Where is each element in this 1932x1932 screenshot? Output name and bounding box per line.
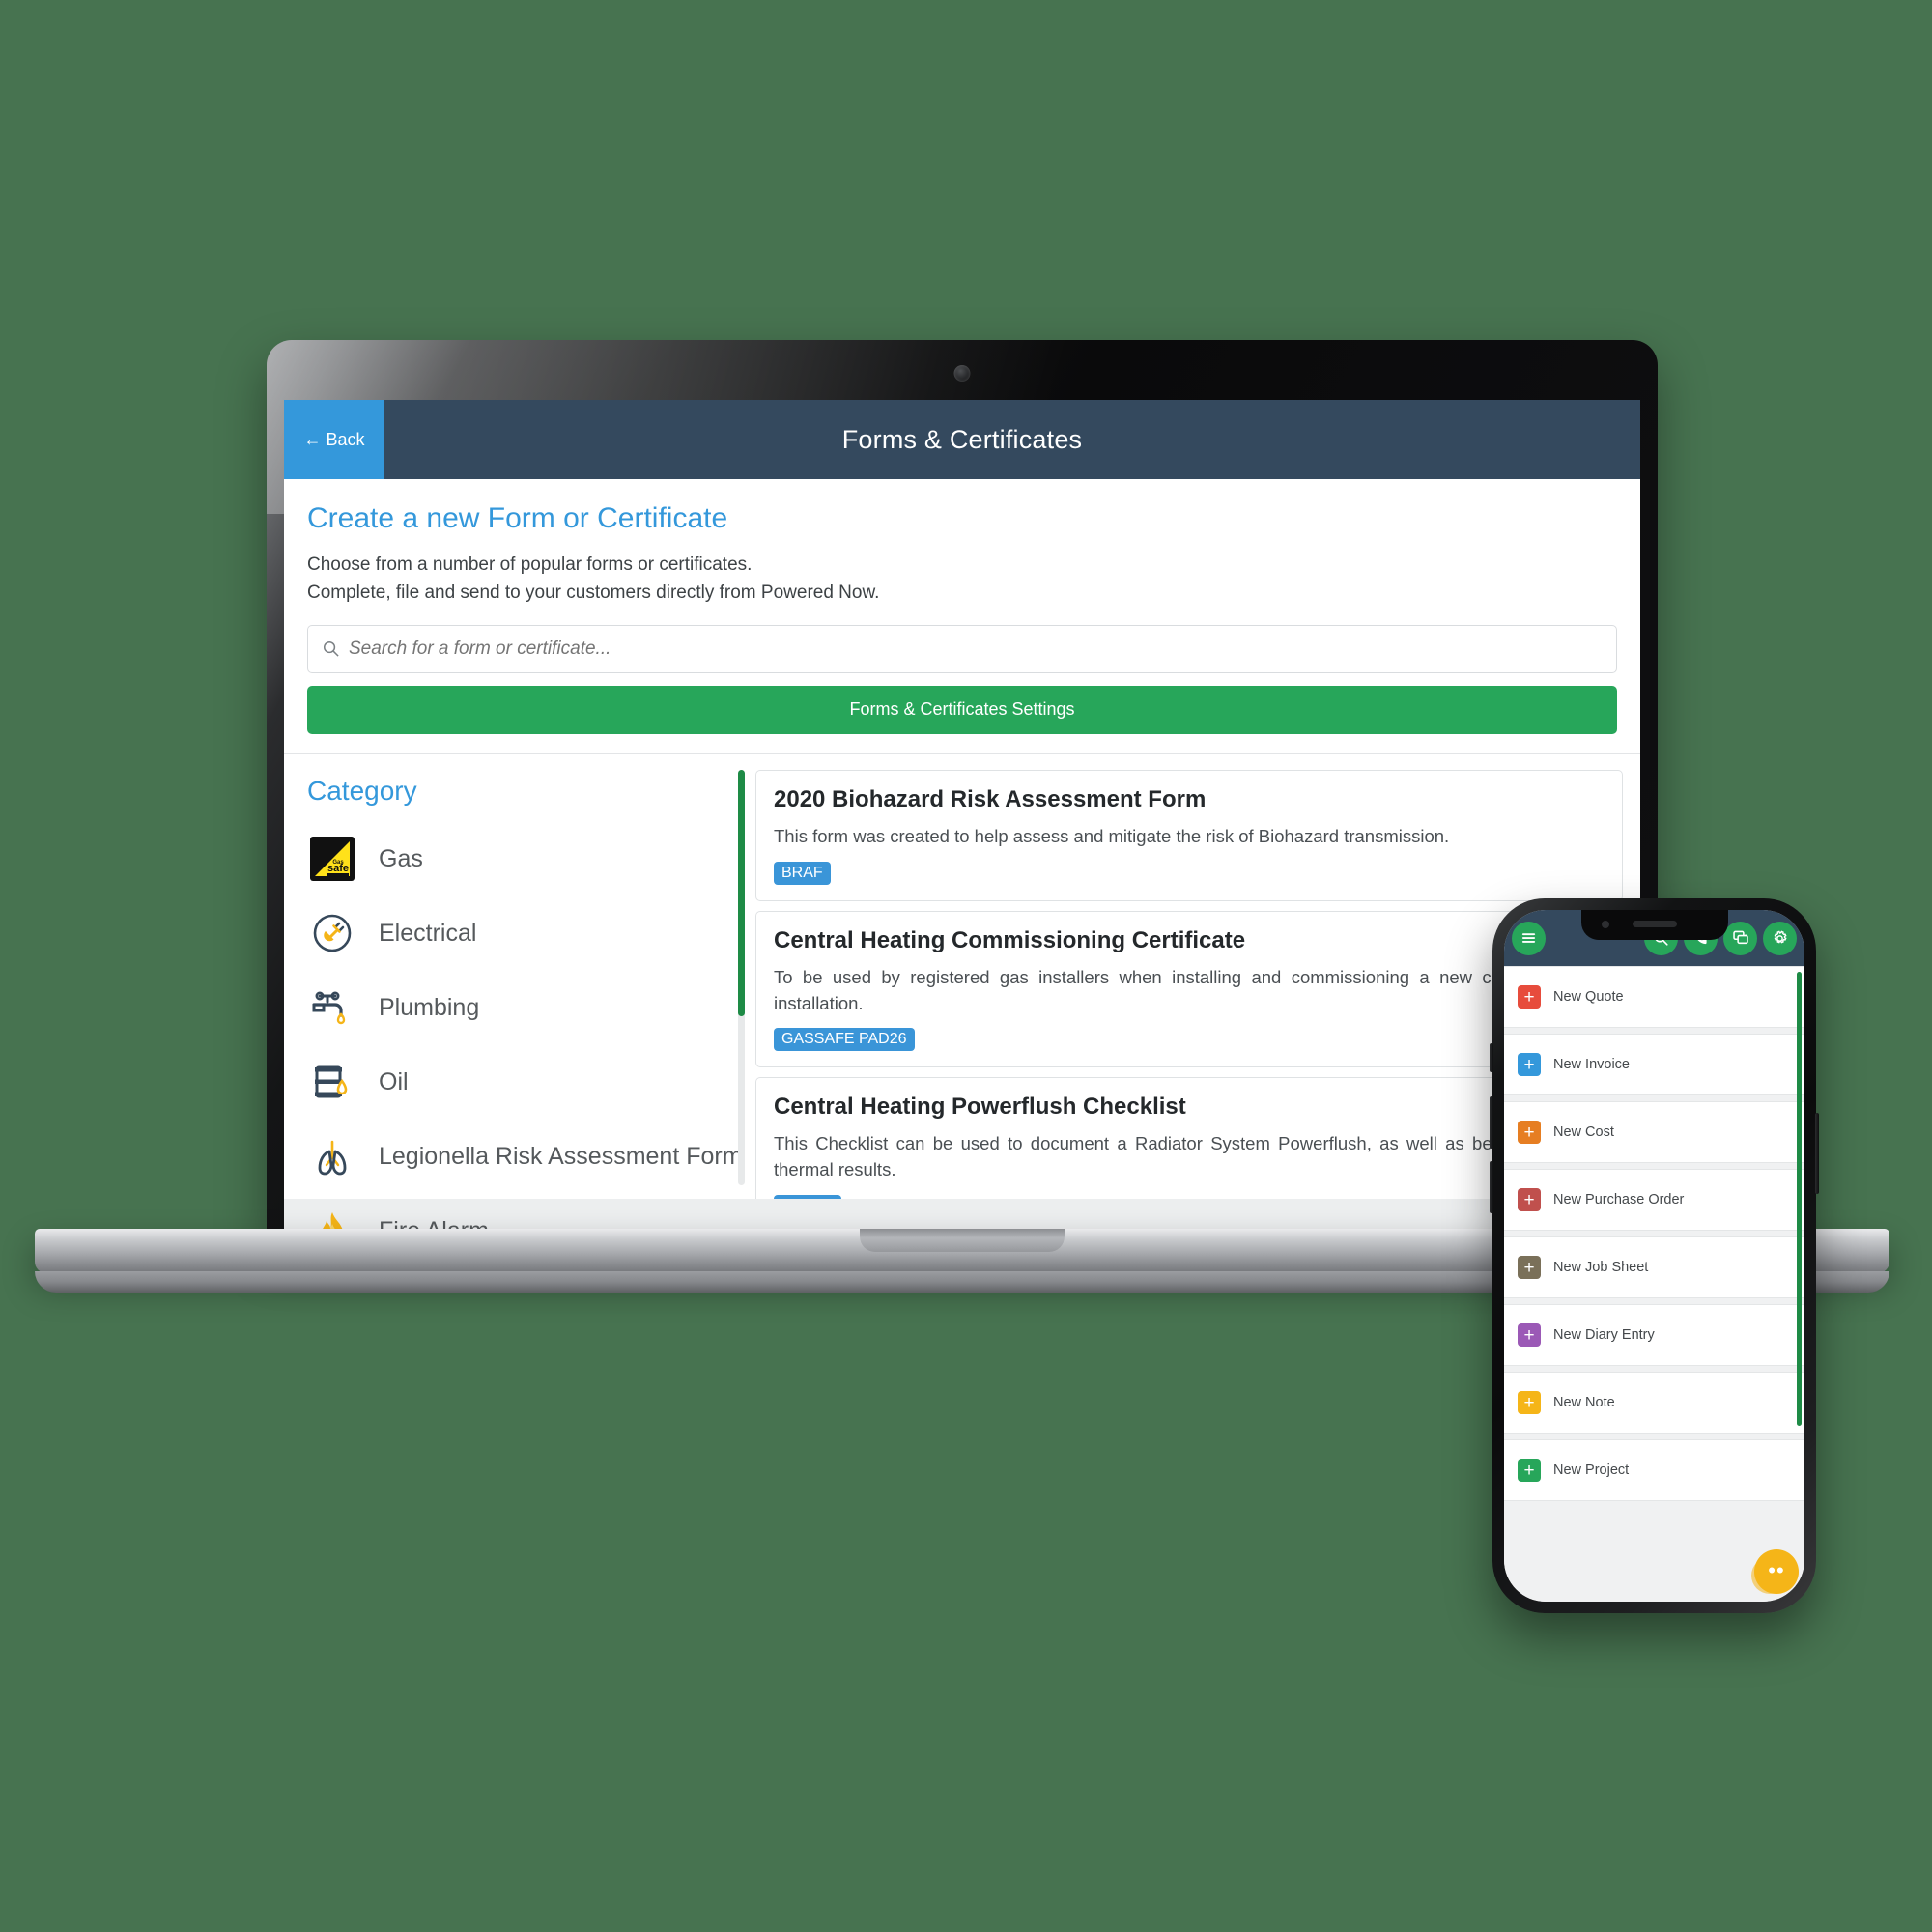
phone-toolbar — [1504, 910, 1804, 966]
list-item-label: New Project — [1553, 1463, 1630, 1478]
form-title: 2020 Biohazard Risk Assessment Form — [774, 785, 1207, 812]
forms-scrollbar-thumb[interactable] — [738, 769, 745, 1016]
sidebar-item-label: Oil — [379, 1067, 409, 1095]
plus-icon: + — [1518, 1459, 1541, 1482]
phone-power-button[interactable] — [1815, 1113, 1819, 1194]
phone-screen: + New Quote + New Invoice + New Cost + N… — [1504, 910, 1804, 1602]
category-sidebar: Category Gas safe Gas Electrical Plumbin… — [284, 753, 743, 1238]
list-item-label: New Quote — [1553, 989, 1624, 1005]
form-description: This form was created to help assess and… — [774, 825, 1450, 846]
earpiece-speaker — [1632, 921, 1677, 927]
composition-canvas: ← Back Forms & Certificates Create a new… — [0, 0, 1932, 1932]
status-badge: PAD 28 — [774, 1194, 841, 1199]
form-tag-row: BRAF — [774, 861, 1605, 885]
list-item[interactable]: + New Note — [1504, 1372, 1804, 1434]
phone-notch — [1580, 910, 1728, 940]
form-description: To be used by registered gas installers … — [774, 966, 1605, 1013]
back-button[interactable]: ← Back — [284, 400, 384, 479]
plus-icon: + — [1518, 1188, 1541, 1211]
plus-icon: + — [1518, 1121, 1541, 1144]
search-icon — [323, 641, 339, 658]
app-body: Create a new Form or Certificate Choose … — [284, 479, 1640, 1238]
category-and-forms-panel: Category Gas safe Gas Electrical Plumbin… — [284, 753, 1640, 1238]
list-item[interactable]: + New Invoice — [1504, 1034, 1804, 1095]
sidebar-item-oil[interactable]: Oil — [307, 1045, 717, 1120]
phone-volume-up-button[interactable] — [1490, 1096, 1493, 1149]
form-tag-row: GASSAFE PAD26 — [774, 1028, 1605, 1052]
phone-scrollbar-thumb[interactable] — [1797, 972, 1802, 1426]
phone-action-list: + New Quote + New Invoice + New Cost + N… — [1504, 966, 1804, 1602]
hamburger-menu-icon[interactable] — [1512, 921, 1546, 955]
laptop-screen: ← Back Forms & Certificates Create a new… — [284, 400, 1640, 1238]
plus-icon: + — [1518, 985, 1541, 1009]
list-item[interactable]: + New Diary Entry — [1504, 1304, 1804, 1366]
search-bar[interactable] — [307, 624, 1617, 673]
laptop-webcam-icon — [953, 365, 971, 382]
electrical-plug-icon — [307, 908, 357, 958]
list-item-label: New Cost — [1553, 1124, 1614, 1140]
form-title: Central Heating Powerflush Checklist — [774, 1094, 1186, 1121]
list-item-label: New Note — [1553, 1395, 1615, 1410]
oil-barrel-icon — [307, 1057, 357, 1107]
chat-bubble-icon[interactable]: •• — [1754, 1549, 1799, 1594]
arrow-left-icon: ← — [303, 429, 322, 449]
laptop-mockup: ← Back Forms & Certificates Create a new… — [35, 340, 1889, 1293]
sidebar-item-label: Legionella Risk Assessment Form — [379, 1142, 743, 1170]
sidebar-item-plumbing[interactable]: Plumbing — [307, 971, 717, 1045]
plus-icon: + — [1518, 1323, 1541, 1347]
plus-icon: + — [1518, 1256, 1541, 1279]
category-heading: Category — [307, 775, 417, 806]
panel-subtitle-line-2: Complete, file and send to your customer… — [307, 582, 880, 604]
phone-mockup: + New Quote + New Invoice + New Cost + N… — [1490, 898, 1819, 1613]
form-tag-row: PAD 28 — [774, 1194, 1605, 1199]
list-item[interactable]: + New Job Sheet — [1504, 1236, 1804, 1298]
sidebar-item-label: Gas — [379, 844, 423, 872]
list-item[interactable]: 2020 Biohazard Risk Assessment Form This… — [755, 769, 1623, 901]
list-item[interactable]: + New Cost — [1504, 1101, 1804, 1163]
phone-frame: + New Quote + New Invoice + New Cost + N… — [1490, 898, 1819, 1613]
plus-icon: + — [1518, 1391, 1541, 1414]
sidebar-item-gas[interactable]: Gas safe Gas — [307, 822, 717, 896]
plumbing-tap-icon — [307, 982, 357, 1033]
panel-subtitle-line-1: Choose from a number of popular forms or… — [307, 554, 753, 575]
laptop-lid: ← Back Forms & Certificates Create a new… — [267, 340, 1658, 1238]
back-button-label: Back — [326, 429, 365, 449]
page-title: Forms & Certificates — [841, 424, 1083, 454]
form-description: This Checklist can be used to document a… — [774, 1133, 1605, 1180]
list-item[interactable]: + New Quote — [1504, 966, 1804, 1028]
sidebar-item-electrical[interactable]: Electrical — [307, 896, 717, 971]
lungs-icon — [307, 1131, 357, 1181]
chat-icon[interactable] — [1723, 921, 1757, 955]
app-header: ← Back Forms & Certificates — [284, 400, 1640, 479]
phone-volume-down-button[interactable] — [1490, 1161, 1493, 1213]
status-badge: BRAF — [774, 861, 831, 885]
search-input[interactable] — [349, 638, 1603, 660]
list-item[interactable]: + New Purchase Order — [1504, 1169, 1804, 1231]
plus-icon: + — [1518, 1053, 1541, 1076]
laptop-base-notch — [860, 1229, 1065, 1252]
svg-text:safe: safe — [327, 863, 349, 874]
sidebar-item-label: Electrical — [379, 919, 477, 947]
status-badge: GASSAFE PAD26 — [774, 1028, 915, 1052]
gear-icon[interactable] — [1763, 921, 1797, 955]
list-item-label: New Purchase Order — [1553, 1192, 1685, 1208]
sidebar-item-label: Plumbing — [379, 993, 480, 1021]
panel-title: Create a new Form or Certificate — [307, 502, 728, 534]
gas-safe-register-icon: Gas safe — [307, 834, 357, 884]
list-item-label: New Job Sheet — [1553, 1260, 1649, 1275]
forms-certificates-settings-button[interactable]: Forms & Certificates Settings — [307, 685, 1617, 734]
phone-mute-switch[interactable] — [1490, 1043, 1493, 1072]
sidebar-item-legionella-risk-assessment-form[interactable]: Legionella Risk Assessment Form — [307, 1120, 743, 1194]
list-item-label: New Invoice — [1553, 1057, 1630, 1072]
list-item-label: New Diary Entry — [1553, 1327, 1655, 1343]
create-form-panel: Create a new Form or Certificate Choose … — [284, 479, 1640, 754]
front-camera-icon — [1601, 921, 1609, 928]
form-title: Central Heating Commissioning Certificat… — [774, 926, 1246, 953]
list-item[interactable]: + New Project — [1504, 1439, 1804, 1501]
